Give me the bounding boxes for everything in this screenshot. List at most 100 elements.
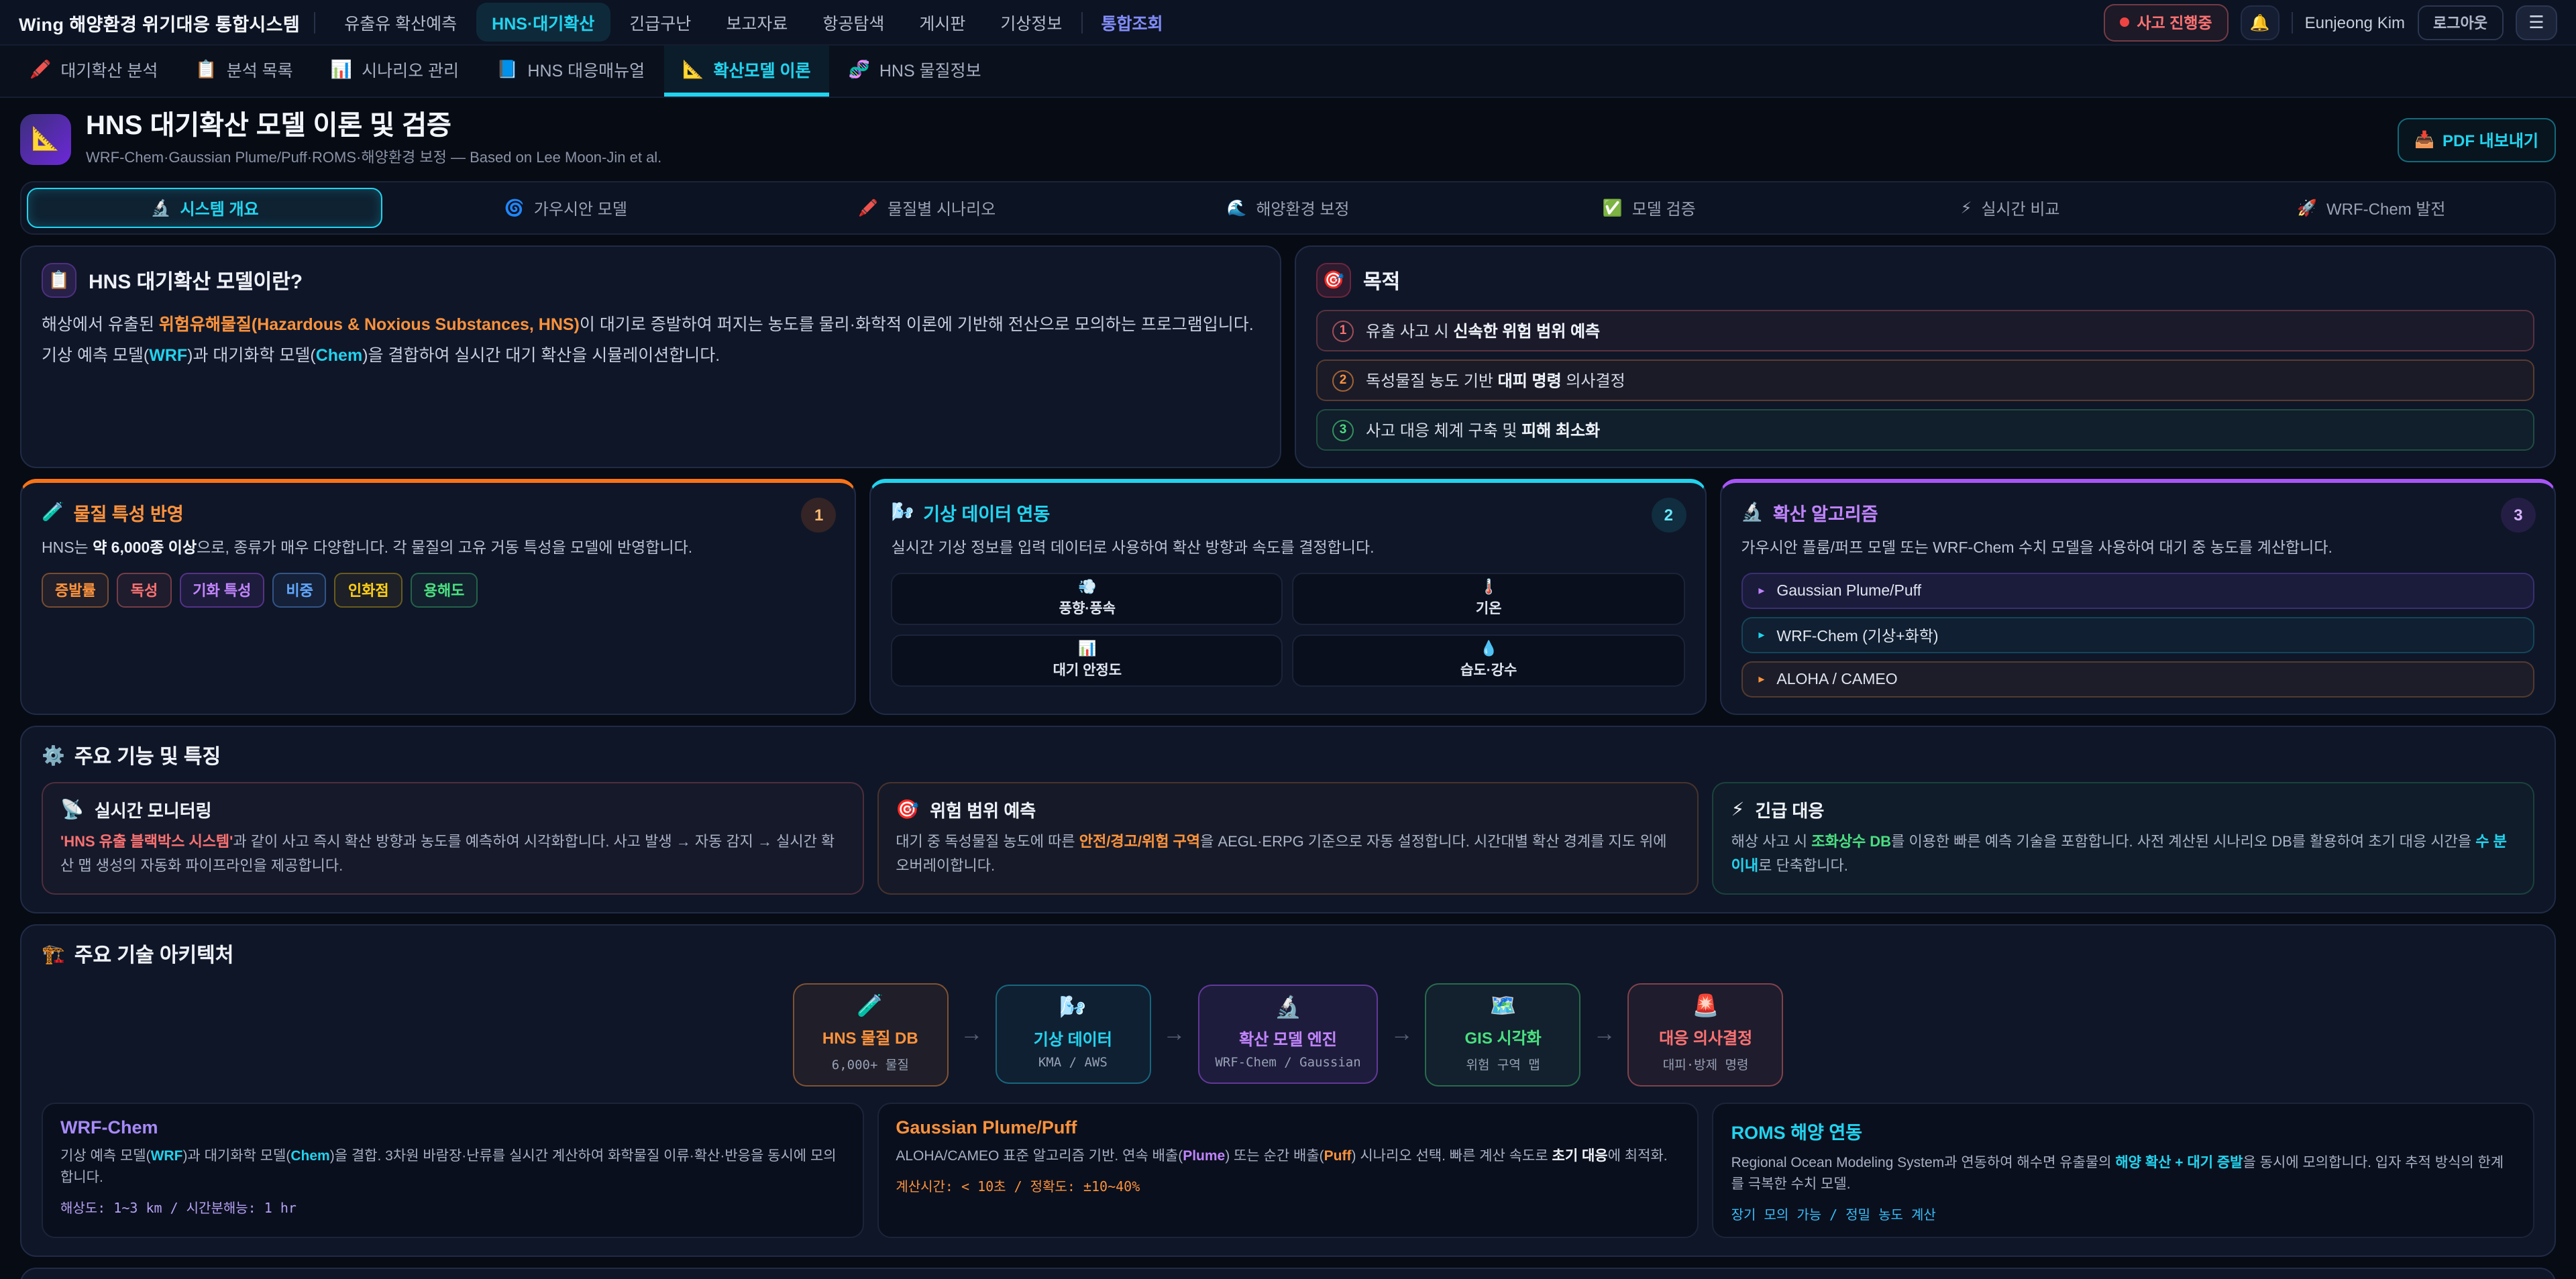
subtab-scenario-management[interactable]: 📊 시나리오 관리 [312, 46, 478, 97]
overview-section: 📋 HNS 대기확산 모델이란? 해상에서 유출된 위험유해물질(Hazardo… [20, 245, 2556, 468]
tag-toxicity[interactable]: 독성 [117, 573, 172, 608]
arch-card-meta: 해상도: 1~3 km / 시간분해능: 1 hr [60, 1197, 845, 1217]
tab-wrf-chem-advanced[interactable]: 🚀 WRF-Chem 발전 [2194, 188, 2549, 228]
weather-cell-stability: 📊 대기 안정도 [892, 635, 1283, 687]
feature-number-badge: 2 [1651, 498, 1686, 533]
functions-grid: 📡 실시간 모니터링 'HNS 유출 블랙박스 시스템'과 같이 사고 즉시 확… [42, 783, 2534, 894]
cyclone-icon: 🌀 [504, 199, 525, 217]
algo-aloha-cameo[interactable]: ▸ ALOHA / CAMEO [1741, 662, 2534, 698]
flow-node-subtitle: 대피·방제 명령 [1646, 1054, 1766, 1072]
nav-item-hns-diffusion[interactable]: HNS·대기확산 [476, 3, 610, 42]
architecture-flow: 🧪 HNS 물질 DB 6,000+ 물질 → 🌬️ 기상 데이터 KMA / … [42, 983, 2534, 1086]
purpose-item-text: 유출 사고 시 신속한 위험 범위 예측 [1366, 319, 1600, 342]
emergency-response-card: ⚡ 긴급 대응 해상 사고 시 조화상수 DB를 이용한 빠른 예측 기술을 포… [1713, 783, 2534, 894]
triangle-ruler-icon: 📐 [20, 114, 71, 165]
feature-cards-section: 🧪 물질 특성 반영 1 HNS는 약 6,000종 이상으로, 종류가 매우 … [20, 479, 2556, 716]
subtab-diffusion-analysis[interactable]: 🖍️ 대기확산 분석 [11, 46, 176, 97]
flow-node-hns-db: 🧪 HNS 물질 DB 6,000+ 물질 [792, 983, 948, 1086]
flow-node-subtitle: 6,000+ 물질 [810, 1054, 930, 1072]
nav-item-oil-spill[interactable]: 유출유 확산예측 [328, 3, 473, 42]
bullet-icon: ▸ [1758, 673, 1764, 687]
tab-label: 가우시안 모델 [534, 197, 627, 219]
nav-item-weather[interactable]: 기상정보 [984, 3, 1078, 42]
tag-flash-point[interactable]: 인화점 [335, 573, 402, 608]
property-tags: 증발률 독성 기화 특성 비중 인화점 용해도 [42, 573, 835, 608]
satellite-antenna-icon: 📡 [60, 799, 84, 822]
tag-solubility[interactable]: 용해도 [411, 573, 478, 608]
substance-properties-card: 🧪 물질 특성 반영 1 HNS는 약 6,000종 이상으로, 종류가 매우 … [20, 479, 857, 716]
risk-range-prediction-card: 🎯 위험 범위 예측 대기 중 독성물질 농도에 따른 안전/경고/위험 구역을… [877, 783, 1699, 894]
intro-card: 📋 HNS 대기확산 모델이란? 해상에서 유출된 위험유해물질(Hazardo… [20, 245, 1281, 468]
feature-card-title: 확산 알고리즘 [1773, 499, 1878, 526]
microscope-icon: 🔬 [1215, 998, 1360, 1019]
subtab-hns-substance-info[interactable]: 🧬 HNS 물질정보 [830, 46, 1000, 97]
nav-item-aerial-search[interactable]: 항공탐색 [806, 3, 900, 42]
subtab-label: HNS 물질정보 [879, 56, 981, 82]
function-card-title: 긴급 대응 [1755, 797, 1824, 823]
bullet-icon: ▸ [1758, 584, 1764, 599]
item-number-badge: 3 [1332, 419, 1354, 441]
clipboard-icon: 📋 [42, 263, 76, 298]
purpose-title: 목적 [1363, 266, 1400, 294]
flow-node-subtitle: WRF-Chem / Gaussian [1215, 1056, 1360, 1070]
nav-item-integrated-search[interactable]: 통합조회 [1085, 3, 1179, 42]
function-card-title: 실시간 모니터링 [95, 797, 212, 823]
test-tube-icon: 🧪 [810, 996, 930, 1017]
purpose-card: 🎯 목적 1 유출 사고 시 신속한 위험 범위 예측 2 독성물질 농도 기반… [1295, 245, 2556, 468]
arrow-right-icon: → [1163, 1021, 1185, 1048]
subtab-hns-manual[interactable]: 📘 HNS 대응매뉴얼 [478, 46, 663, 97]
world-map-icon: 🗺️ [1443, 996, 1564, 1017]
pdf-export-button[interactable]: 📥 PDF 내보내기 [2397, 117, 2556, 162]
nav-item-emergency-rescue[interactable]: 긴급구난 [613, 3, 707, 42]
nav-item-board[interactable]: 게시판 [903, 3, 981, 42]
algo-gaussian-plume-puff[interactable]: ▸ Gaussian Plume/Puff [1741, 573, 2534, 610]
hamburger-menu-button[interactable]: ☰ [2516, 5, 2557, 40]
tab-model-validation[interactable]: ✅ 모델 검증 [1471, 188, 1827, 228]
test-tube-icon: 🧪 [42, 502, 64, 523]
bar-chart-icon: 📊 [331, 58, 352, 80]
tab-gaussian-model[interactable]: 🌀 가우시안 모델 [388, 188, 743, 228]
incident-status-badge[interactable]: 사고 진행중 [2103, 3, 2228, 41]
purpose-item: 2 독성물질 농도 기반 대피 명령 의사결정 [1316, 359, 2534, 401]
logout-button[interactable]: 로그아웃 [2417, 5, 2504, 40]
microscope-icon: 🔬 [1741, 502, 1764, 523]
tab-marine-correction[interactable]: 🌊 해양환경 보정 [1110, 188, 1466, 228]
algo-wrf-chem[interactable]: ▸ WRF-Chem (기상+화학) [1741, 618, 2534, 654]
subtab-label: 대기확산 분석 [60, 56, 158, 82]
tab-realtime-comparison[interactable]: ⚡ 실시간 비교 [1832, 188, 2188, 228]
divider [1081, 11, 1082, 33]
tab-label: 모델 검증 [1632, 197, 1696, 219]
divider [313, 11, 315, 33]
arrow-right-icon: → [1593, 1021, 1616, 1048]
incident-status-label: 사고 진행중 [2137, 11, 2212, 33]
intro-paragraph: 해상에서 유출된 위험유해물질(Hazardous & Noxious Subs… [42, 310, 1260, 370]
subtab-label: HNS 대응매뉴얼 [527, 56, 645, 82]
arrow-right-icon: → [960, 1021, 983, 1048]
nav-item-reports[interactable]: 보고자료 [710, 3, 804, 42]
pdf-export-label: PDF 내보내기 [2443, 128, 2538, 151]
rocket-icon: 🚀 [2297, 199, 2317, 217]
subtab-diffusion-model-theory[interactable]: 📐 확산모델 이론 [663, 46, 829, 97]
feature-card-text: 실시간 기상 정보를 입력 데이터로 사용하여 확산 방향과 속도를 결정합니다… [892, 537, 1685, 561]
tab-substance-scenarios[interactable]: 🖍️ 물질별 시나리오 [749, 188, 1105, 228]
weather-cell-label: 습도·강수 [1460, 660, 1517, 680]
droplet-icon: 💧 [1479, 643, 1497, 657]
microscope-icon: 🔬 [151, 199, 171, 217]
gear-icon: ⚙️ [42, 745, 65, 768]
tab-system-overview[interactable]: 🔬 시스템 개요 [27, 188, 382, 228]
weather-cell-temperature: 🌡️ 기온 [1293, 573, 1684, 626]
tag-specific-gravity[interactable]: 비중 [272, 573, 327, 608]
subtab-analysis-list[interactable]: 📋 분석 목록 [176, 46, 311, 97]
feature-card-text: 가우시안 플룸/퍼프 모델 또는 WRF-Chem 수치 모델을 사용하여 대기… [1741, 537, 2534, 561]
sub-navbar: 🖍️ 대기확산 분석 📋 분석 목록 📊 시나리오 관리 📘 HNS 대응매뉴얼… [0, 46, 2576, 98]
bell-icon: 🔔 [2250, 13, 2270, 32]
target-icon: 🎯 [896, 799, 919, 822]
tag-evaporation[interactable]: 증발률 [42, 573, 109, 608]
tag-vaporization[interactable]: 기화 특성 [179, 573, 264, 608]
algo-label: ALOHA / CAMEO [1776, 672, 1897, 688]
item-number-badge: 2 [1332, 370, 1354, 391]
section-title: 주요 기술 아키텍처 [74, 940, 234, 968]
weather-cell-humidity: 💧 습도·강수 [1293, 635, 1684, 687]
brand-logo[interactable]: Wing 해양환경 위기대응 통합시스템 [19, 9, 300, 36]
notifications-button[interactable]: 🔔 [2241, 5, 2279, 40]
